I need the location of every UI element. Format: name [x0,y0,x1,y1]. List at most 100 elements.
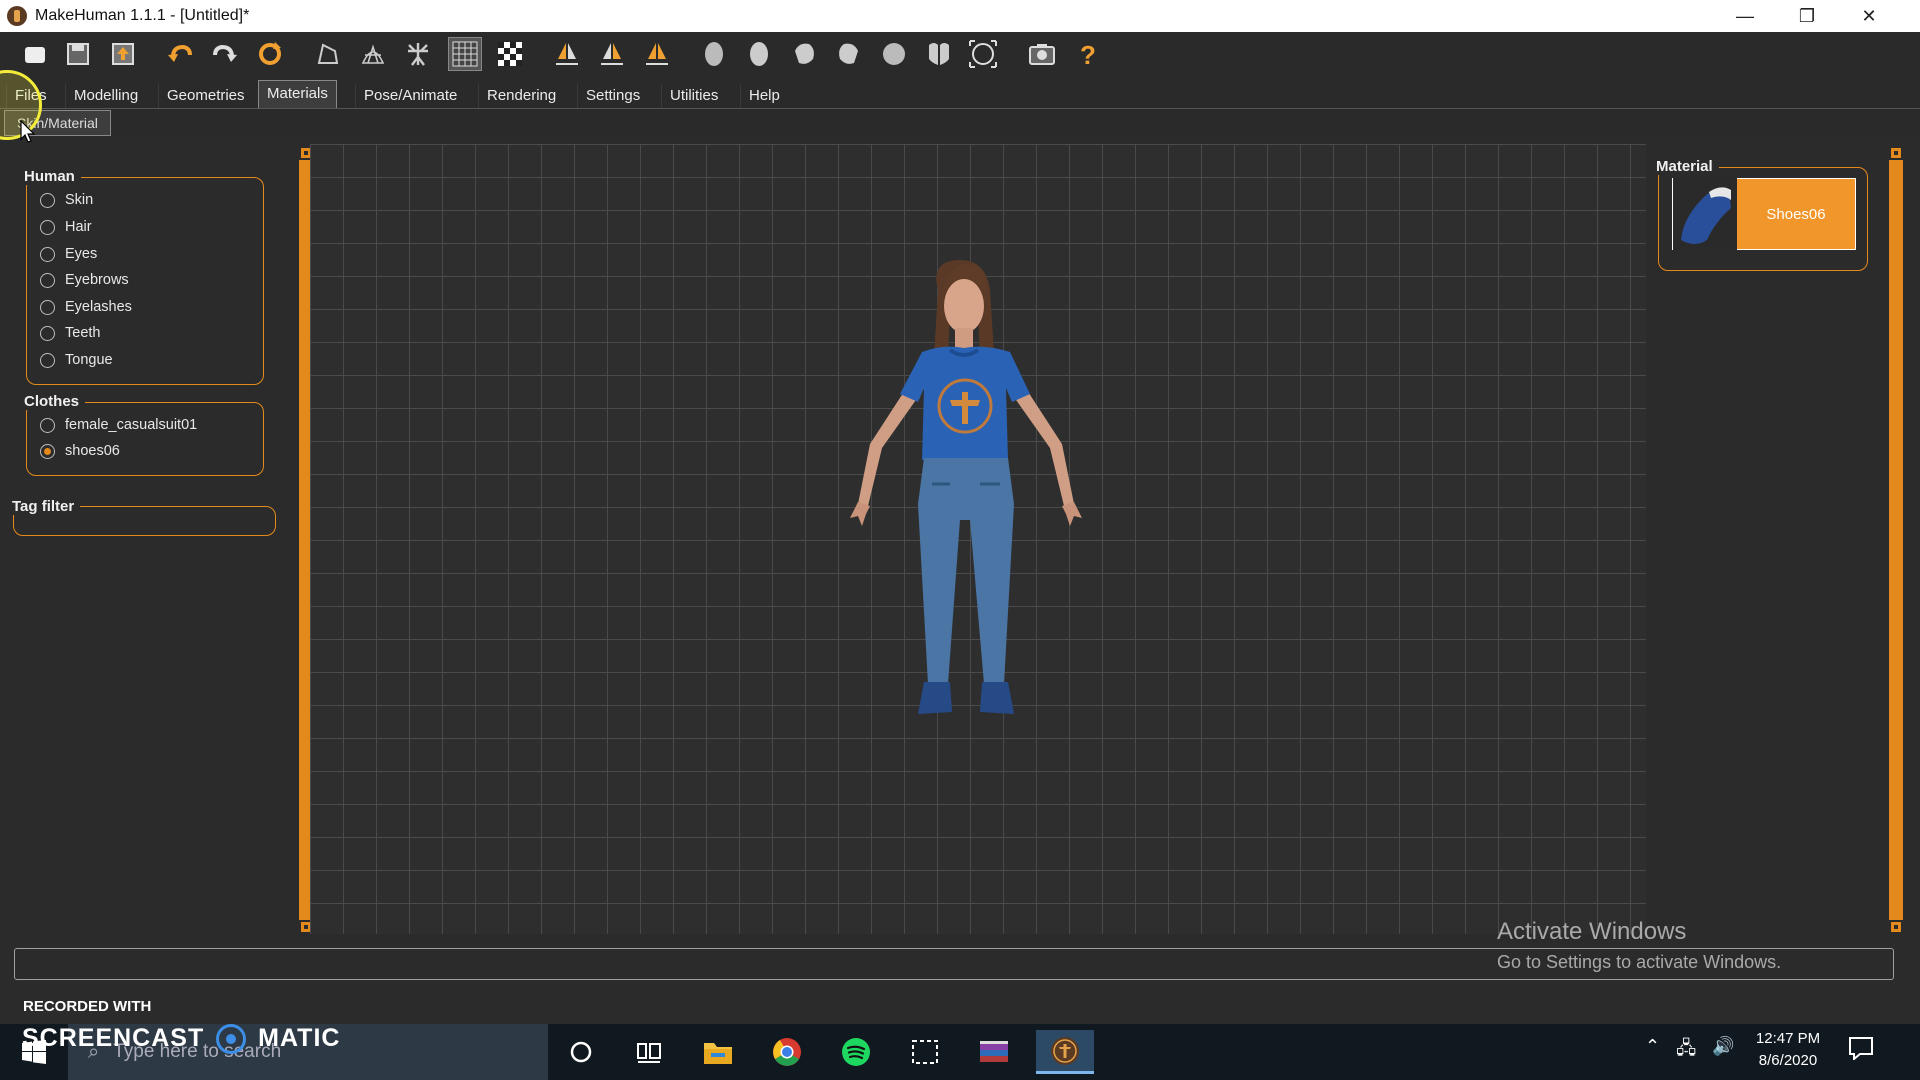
redo-button[interactable] [208,37,242,71]
system-tray: ⌃ 🖧 🔊 [1645,1036,1735,1066]
network-icon[interactable]: 🖧 [1676,1036,1696,1066]
radio-label: female_casualsuit01 [65,417,198,433]
notification-icon [1849,1037,1873,1062]
3d-viewport[interactable] [310,144,1646,934]
save-button[interactable] [61,37,95,71]
left-view-button[interactable] [787,37,821,71]
radio-tongue[interactable]: Tongue [40,350,113,370]
bottom-view-icon [929,43,949,65]
radio-eyelashes[interactable]: Eyelashes [40,297,132,317]
smooth-icon [317,43,339,64]
symmetry-right-icon [556,43,578,65]
undo-icon [168,44,192,62]
new-file-button[interactable] [18,37,52,71]
clock-time: 12:47 PM [1755,1030,1821,1047]
radio-button[interactable] [40,219,55,235]
symmetry-button[interactable] [640,37,674,71]
minimize-button[interactable]: — [1714,0,1776,32]
radio-button[interactable] [40,352,55,368]
chrome-button[interactable] [762,1030,812,1074]
menu-tab-modelling[interactable]: Modelling [65,84,146,108]
spotify-icon [842,1038,870,1066]
symmetry-left-button[interactable] [595,37,629,71]
skeleton-button[interactable] [401,37,435,71]
menu-tab-pose-animate[interactable]: Pose/Animate [355,84,465,108]
screenshot-button[interactable] [1025,37,1059,71]
symmetry-right-button[interactable] [550,37,584,71]
radio-teeth[interactable]: Teeth [40,323,100,343]
menu-tab-settings[interactable]: Settings [577,84,648,108]
archive-app-button[interactable] [969,1030,1019,1074]
spotify-button[interactable] [831,1030,881,1074]
checkerboard-button[interactable] [493,37,527,71]
menu-tab-help[interactable]: Help [740,84,788,108]
radio-label: Teeth [65,325,101,341]
back-view-icon [750,42,768,66]
taskbar-clock[interactable]: 12:47 PM 8/6/2020 [1750,1028,1826,1072]
chevron-up-icon[interactable]: ⌃ [1645,1036,1660,1066]
radio-eyebrows[interactable]: Eyebrows [40,270,129,290]
wireframe-button[interactable] [356,37,390,71]
action-center-button[interactable] [1848,1036,1878,1066]
undo-button[interactable] [163,37,197,71]
smooth-button[interactable] [311,37,345,71]
radio-button[interactable] [40,417,55,433]
shoe-thumbnail-icon [1673,178,1737,250]
right-vertical-slider[interactable] [1889,146,1903,934]
reset-icon [259,42,281,65]
cortana-button[interactable] [556,1030,606,1074]
sub-tab-bar [0,108,1920,137]
top-view-button[interactable] [877,37,911,71]
screenshot-icon [1029,44,1055,65]
makehuman-taskbar-button[interactable] [1036,1030,1094,1074]
material-shoes06-item[interactable]: Shoes06 [1672,178,1856,250]
radio-shoes06[interactable]: shoes06 [40,441,120,461]
restore-button[interactable]: ❐ [1776,0,1838,32]
grid-button[interactable] [448,37,482,71]
slider-bottom-handle[interactable] [1889,920,1903,934]
export-icon [112,43,134,65]
activate-windows-title: Activate Windows [1497,918,1687,945]
logo-text-right: MATIC [258,1024,341,1052]
slider-top-handle[interactable] [1889,146,1903,160]
snipping-tool-button[interactable] [900,1030,950,1074]
logo-text-left: SCREENCAST [22,1024,205,1052]
help-button[interactable]: ? [1069,37,1103,71]
radio-button[interactable] [40,192,55,208]
window-title: MakeHuman 1.1.1 - [Untitled]* [35,7,250,24]
wireframe-icon [361,44,385,64]
menu-tab-materials[interactable]: Materials [258,80,337,108]
folder-icon [704,1043,732,1064]
radio-button[interactable] [40,272,55,288]
bottom-view-button[interactable] [922,37,956,71]
books-icon [980,1041,1008,1062]
radio-skin[interactable]: Skin [40,190,93,210]
makehuman-icon [1051,1036,1079,1065]
reset-button[interactable] [253,37,287,71]
back-view-button[interactable] [742,37,776,71]
volume-icon[interactable]: 🔊 [1712,1036,1734,1066]
front-view-button[interactable] [697,37,731,71]
chrome-icon [773,1038,801,1066]
task-view-button[interactable] [624,1030,674,1074]
snip-icon [912,1040,938,1064]
grid-icon [452,41,478,67]
radio-female-casualsuit01[interactable]: female_casualsuit01 [40,415,197,435]
right-view-button[interactable] [832,37,866,71]
file-explorer-button[interactable] [693,1030,743,1074]
radio-button[interactable] [40,246,55,262]
export-button[interactable] [106,37,140,71]
clock-date: 8/6/2020 [1758,1052,1818,1069]
record-circle-icon [216,1024,247,1055]
radio-button-selected[interactable] [40,443,55,459]
radio-label: Tongue [65,352,113,368]
menu-tab-geometries[interactable]: Geometries [158,84,253,108]
close-button[interactable]: ✕ [1838,0,1900,32]
radio-eyes[interactable]: Eyes [40,244,97,264]
menu-tab-utilities[interactable]: Utilities [661,84,726,108]
radio-button[interactable] [40,325,55,341]
radio-hair[interactable]: Hair [40,217,92,237]
reset-camera-button[interactable] [966,37,1000,71]
radio-button[interactable] [40,299,55,315]
menu-tab-rendering[interactable]: Rendering [478,84,564,108]
